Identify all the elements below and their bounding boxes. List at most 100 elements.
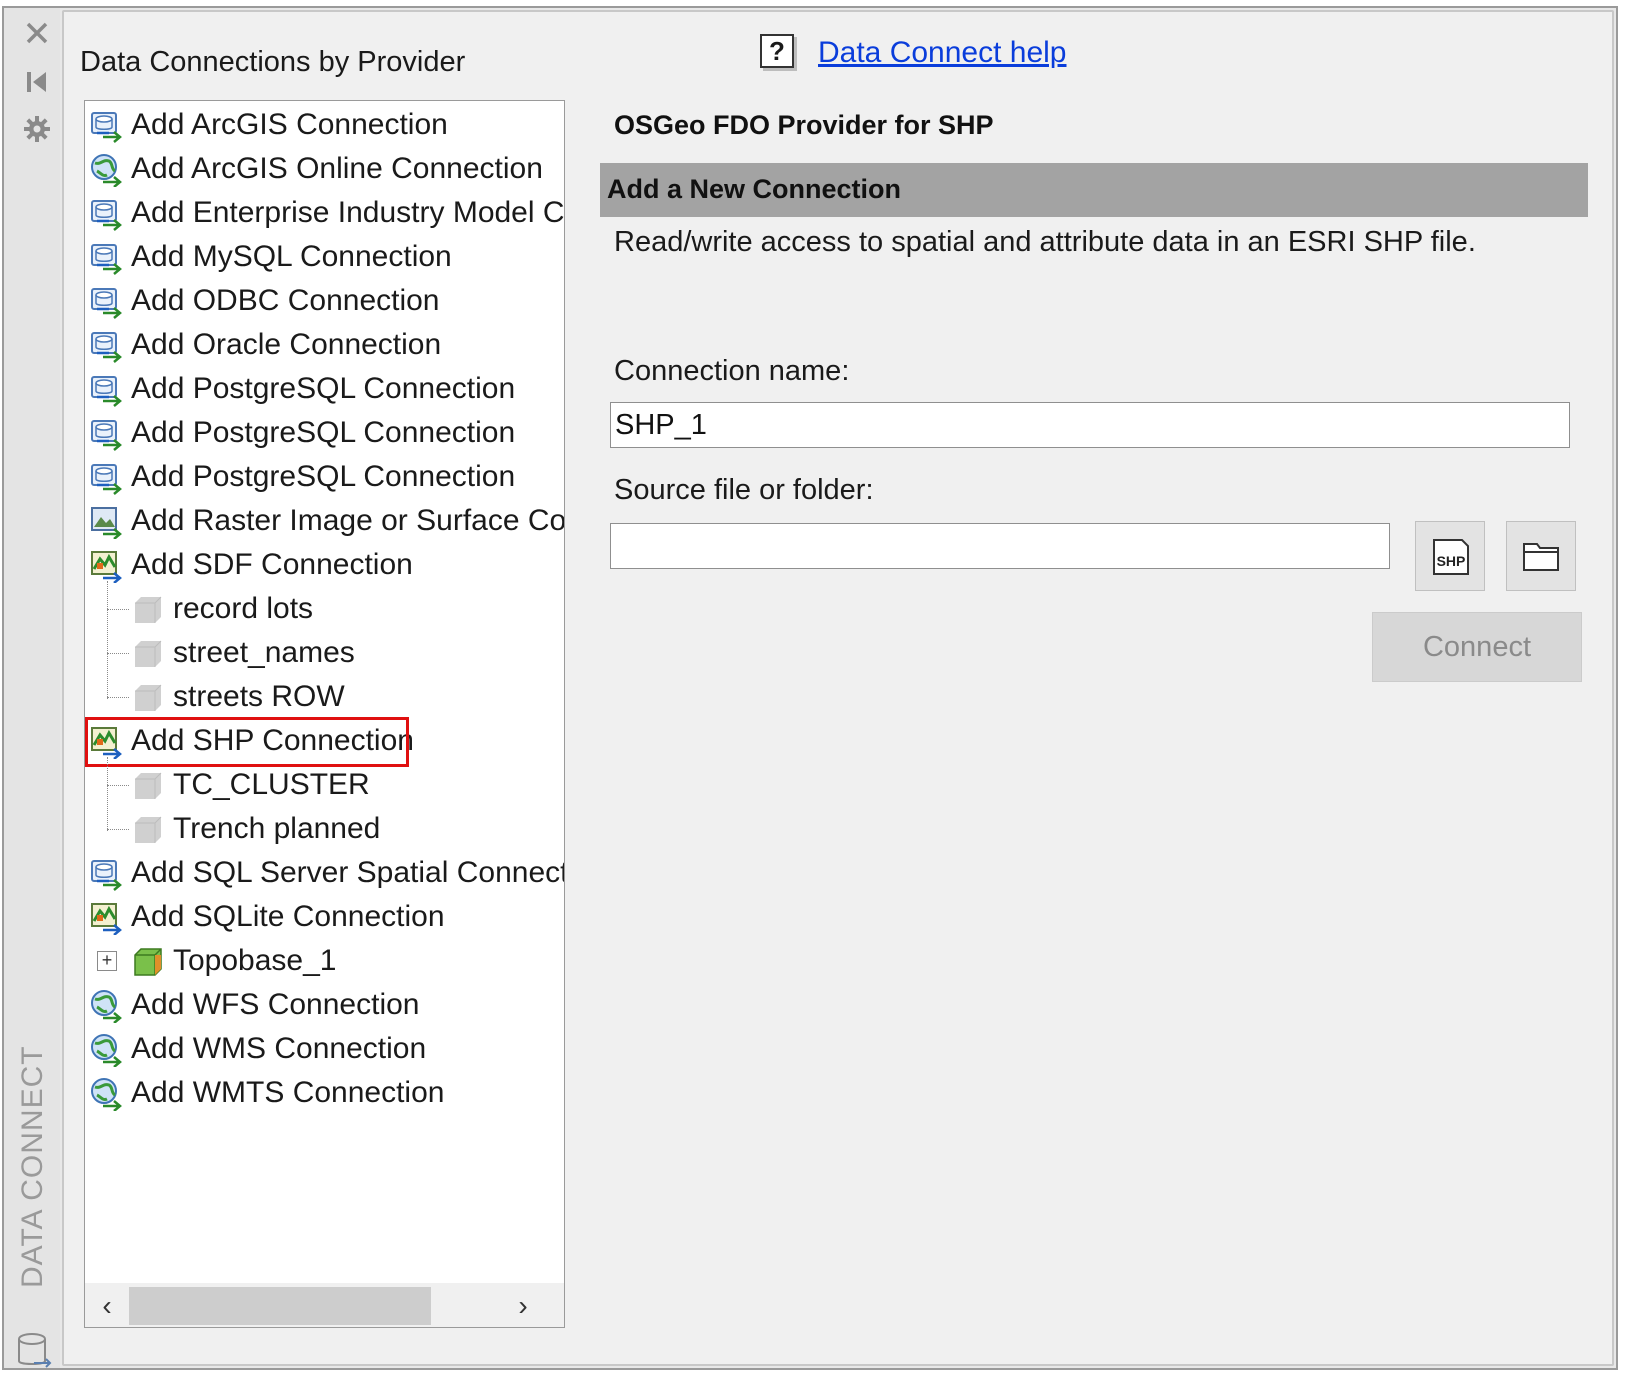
tree-provider-item[interactable]: Add PostgreSQL Connection <box>85 455 564 499</box>
palette-title: DATA CONNECT <box>16 1045 49 1288</box>
tree-item-label: Topobase_1 <box>173 944 337 977</box>
tree-provider-item[interactable]: Add PostgreSQL Connection <box>85 411 564 455</box>
db-connection-icon <box>89 197 123 231</box>
provider-title: OSGeo FDO Provider for SHP <box>614 110 994 140</box>
section-title: Add a New Connection <box>607 174 902 204</box>
tree-item-label: Add ArcGIS Connection <box>131 108 448 141</box>
tree-item-label: Add Raster Image or Surface Cor <box>131 504 565 537</box>
tree-provider-item[interactable]: Add SQLite Connection <box>85 895 564 939</box>
scroll-right-icon[interactable]: › <box>505 1287 541 1325</box>
tree-connector <box>107 785 129 786</box>
tree-connector <box>107 581 108 699</box>
tree-item-label: Add WMTS Connection <box>131 1076 445 1109</box>
auto-hide-icon[interactable] <box>22 66 52 96</box>
db-connection-icon <box>89 461 123 495</box>
tree-provider-item[interactable]: Add MySQL Connection <box>85 235 564 279</box>
tree-item-label: TC_CLUSTER <box>173 768 370 801</box>
tree-item-label: Add ODBC Connection <box>131 284 440 317</box>
tree-item-label: Add WMS Connection <box>131 1032 427 1065</box>
expand-icon[interactable]: + <box>97 951 117 971</box>
globe-connection-icon <box>89 1033 123 1068</box>
tree-layer-item[interactable]: Trench planned <box>85 807 564 851</box>
tree-provider-item[interactable]: Add SDF Connection <box>85 543 564 587</box>
source-file-input[interactable] <box>610 523 1390 569</box>
db-connection-icon <box>89 857 123 891</box>
tree-item-label: record lots <box>173 592 314 625</box>
gear-icon[interactable] <box>22 114 52 144</box>
tree-connector <box>107 829 129 830</box>
tree-item-label: Add ArcGIS Online Connection <box>131 152 543 185</box>
shp-file-icon-text: SHP <box>1437 553 1466 569</box>
raster-connection-icon <box>89 505 123 540</box>
tree-item-label: Add WFS Connection <box>131 988 420 1021</box>
tree-provider-item[interactable]: Add Oracle Connection <box>85 323 564 367</box>
tree-provider-item[interactable]: Add SQL Server Spatial Connecti <box>85 851 565 895</box>
layer-cube-icon <box>131 813 165 847</box>
help-icon[interactable]: ? <box>760 34 794 68</box>
tree-item-label: Add SQL Server Spatial Connecti <box>131 856 565 889</box>
file-connection-icon <box>89 549 123 584</box>
tree-layer-item[interactable]: record lots <box>85 587 564 631</box>
tree-provider-item[interactable]: Add PostgreSQL Connection <box>85 367 564 411</box>
connect-button[interactable]: Connect <box>1372 612 1582 682</box>
db-connection-icon <box>89 417 123 451</box>
layer-cube-icon <box>131 681 165 715</box>
scrollbar-thumb[interactable] <box>129 1287 431 1325</box>
browse-folder-button[interactable] <box>1506 521 1576 591</box>
tree-layer-item[interactable]: Topobase_1 + <box>85 939 564 983</box>
file-connection-icon <box>89 901 123 936</box>
tree-layer-item[interactable]: TC_CLUSTER <box>85 763 564 807</box>
tree-provider-item[interactable]: Add ArcGIS Connection <box>85 103 564 147</box>
palette-side-strip: DATA CONNECT <box>4 8 60 1368</box>
tree-item-label: Add Oracle Connection <box>131 328 442 361</box>
db-connection-icon <box>89 109 123 143</box>
tree-provider-item[interactable]: Add WMTS Connection <box>85 1071 564 1115</box>
tree-connector <box>107 757 108 831</box>
tree-item-label: Add PostgreSQL Connection <box>131 372 516 405</box>
panel-title: Data Connections by Provider <box>80 46 466 78</box>
folder-icon <box>1523 543 1559 571</box>
green-cube-icon <box>131 945 165 979</box>
db-connection-icon <box>89 373 123 407</box>
tree-item-label: Add PostgreSQL Connection <box>131 416 516 449</box>
tree-item-label: streets ROW <box>173 680 345 713</box>
provider-tree[interactable]: ‹ › Add ArcGIS Connection Add ArcGIS Onli… <box>84 100 565 1328</box>
horizontal-scrollbar[interactable]: ‹ › <box>85 1283 564 1327</box>
section-header: Add a New Connection <box>600 163 1588 217</box>
tree-connector <box>107 609 129 610</box>
tree-provider-item[interactable]: Add WMS Connection <box>85 1027 564 1071</box>
close-icon[interactable] <box>22 18 52 48</box>
connection-name-label: Connection name: <box>614 355 850 387</box>
tree-item-label: Trench planned <box>173 812 381 845</box>
selection-highlight <box>85 717 409 767</box>
tree-item-label: Add SDF Connection <box>131 548 413 581</box>
source-label: Source file or folder: <box>614 474 874 506</box>
tree-item-label: Add MySQL Connection <box>131 240 452 273</box>
db-connection-icon <box>89 241 123 275</box>
help-link[interactable]: Data Connect help <box>818 36 1067 70</box>
tree-item-label: street_names <box>173 636 355 669</box>
scroll-left-icon[interactable]: ‹ <box>89 1287 125 1325</box>
browse-shp-file-button[interactable]: SHP <box>1415 521 1485 591</box>
tree-connector <box>107 697 129 698</box>
tree-provider-item[interactable]: Add WFS Connection <box>85 983 564 1027</box>
tree-item-label: Add SQLite Connection <box>131 900 445 933</box>
globe-connection-icon <box>89 153 123 188</box>
db-connection-icon <box>89 329 123 363</box>
tree-item-label: Add PostgreSQL Connection <box>131 460 516 493</box>
tree-layer-item[interactable]: street_names <box>85 631 564 675</box>
tree-provider-item[interactable]: Add ArcGIS Online Connection <box>85 147 564 191</box>
tree-provider-item[interactable]: Add ODBC Connection <box>85 279 564 323</box>
connection-name-input[interactable] <box>610 402 1570 448</box>
tree-layer-item[interactable]: streets ROW <box>85 675 564 719</box>
layer-cube-icon <box>131 769 165 803</box>
layer-cube-icon <box>131 593 165 627</box>
tree-provider-item[interactable]: Add Raster Image or Surface Cor <box>85 499 565 543</box>
layer-cube-icon <box>131 637 165 671</box>
tree-connector <box>107 653 129 654</box>
globe-connection-icon <box>89 989 123 1024</box>
tree-item-label: Add Enterprise Industry Model C <box>131 196 565 229</box>
tree-provider-item[interactable]: Add SHP Connection <box>85 717 564 767</box>
tree-provider-item[interactable]: Add Enterprise Industry Model C <box>85 191 565 235</box>
shp-file-icon: SHP <box>1433 539 1469 575</box>
